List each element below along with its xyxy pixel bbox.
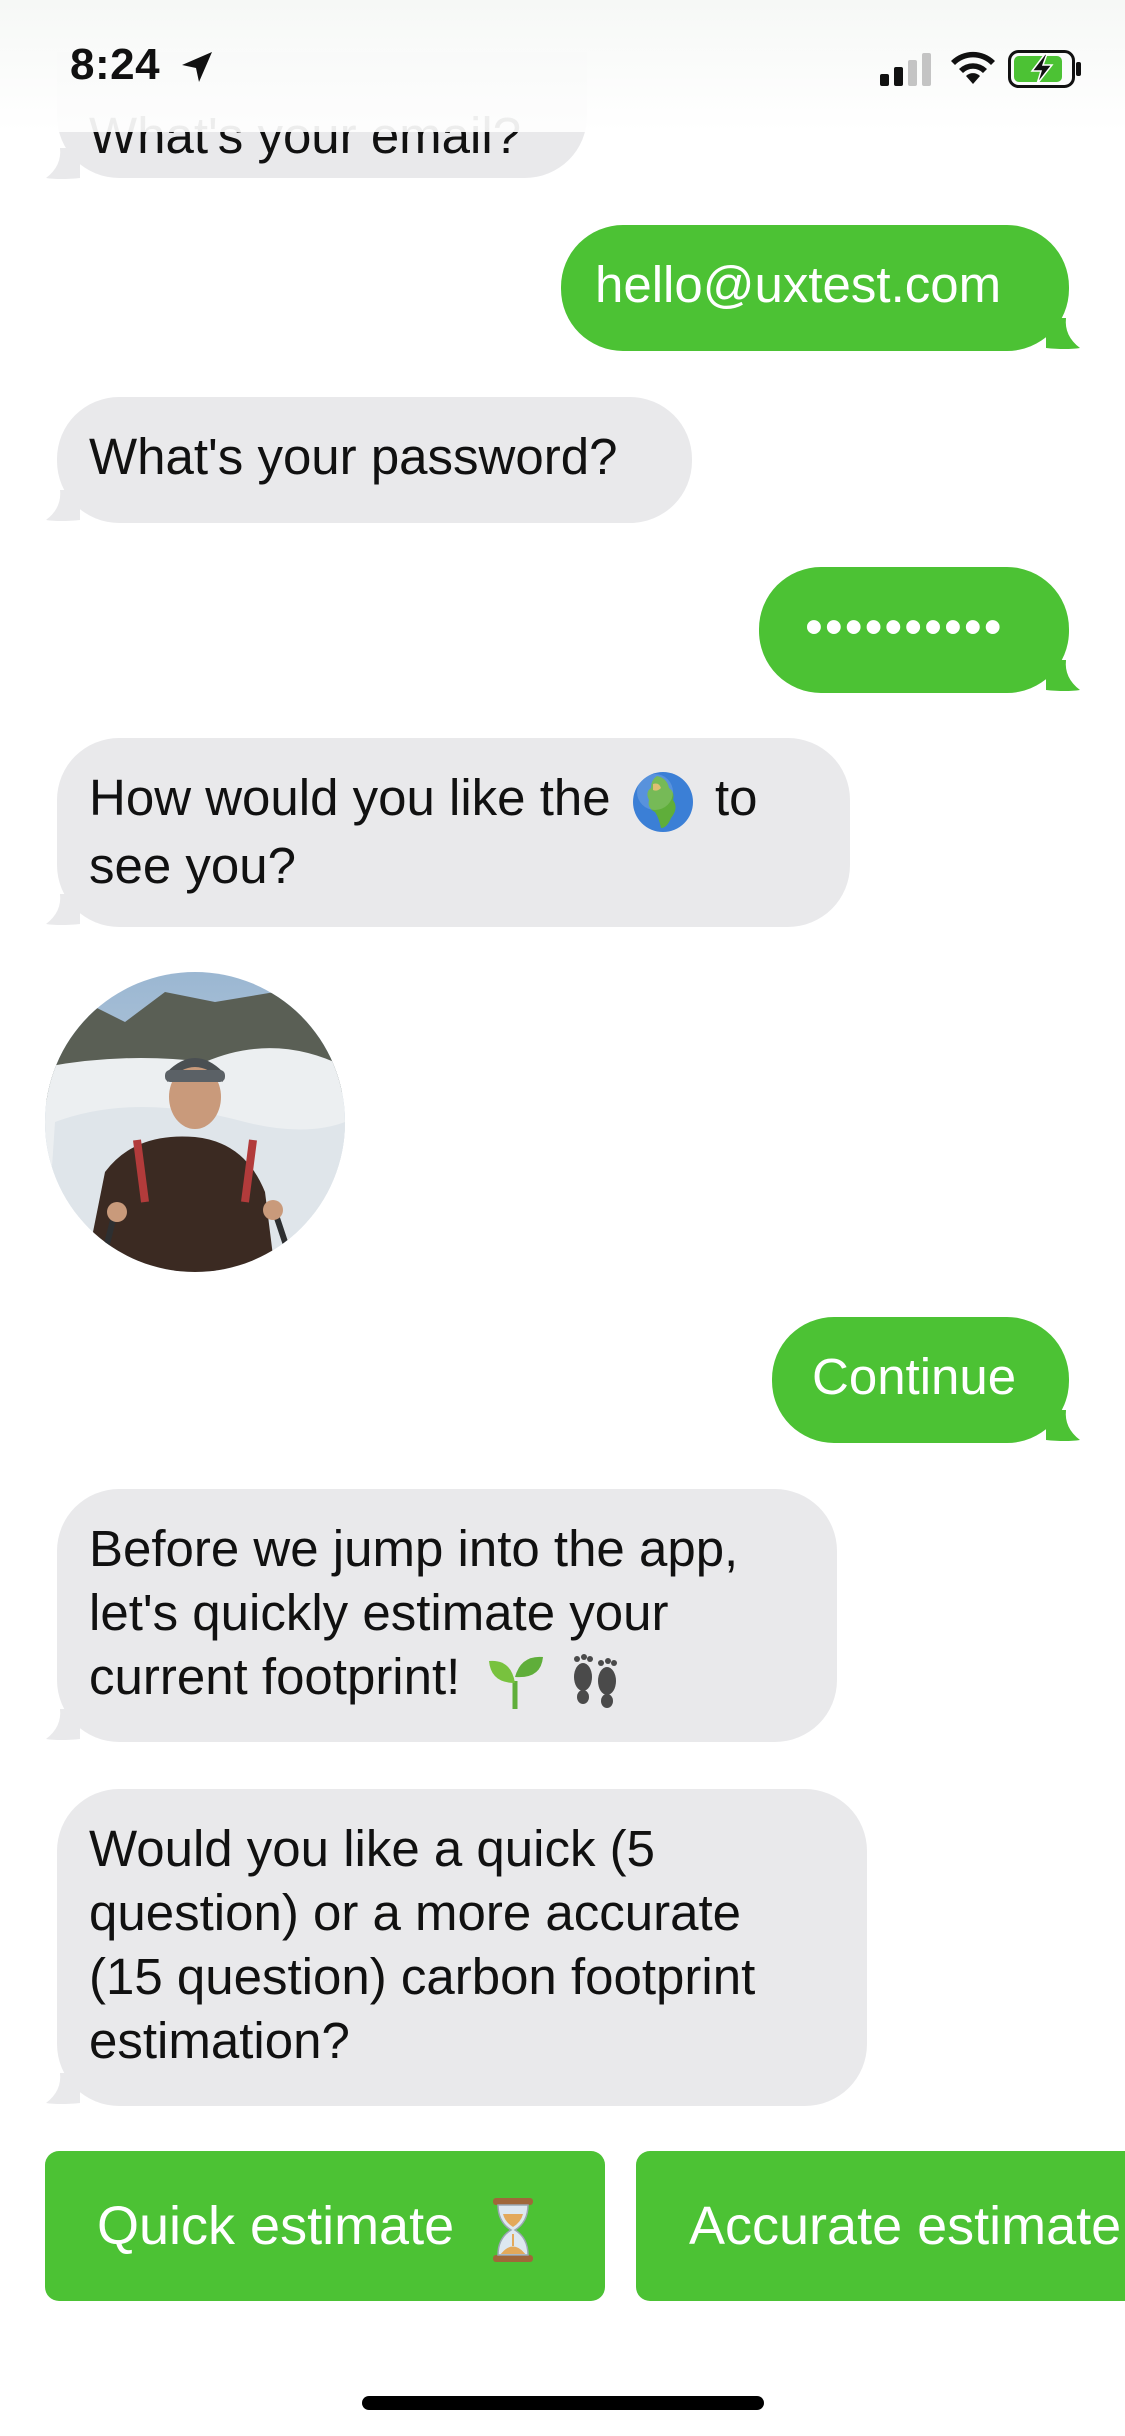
quick-estimate-button[interactable]: Quick estimate: [45, 2151, 605, 2301]
user-message: ••••••••••: [759, 567, 1069, 693]
status-time: 8:24: [70, 40, 161, 89]
home-indicator[interactable]: [362, 2396, 764, 2410]
message-text: Continue: [812, 1348, 1017, 1405]
bot-message: Before we jump into the app, let's quick…: [57, 1489, 837, 1742]
quick-estimate-label: Quick estimate: [97, 2196, 455, 2256]
wifi-icon: [951, 51, 995, 84]
bubble-tail: [1046, 1410, 1080, 1441]
globe-africa-europe-icon: [632, 771, 693, 832]
bubble-tail: [46, 148, 80, 179]
location-arrow-icon: [182, 52, 212, 82]
cellular-signal-icon: [880, 53, 931, 86]
message-text-line: (15 question) carbon footprint: [89, 1948, 756, 2005]
bubble-tail: [46, 894, 80, 925]
bubble-tail: [1046, 318, 1080, 349]
message-text: How would you like the: [89, 769, 611, 826]
user-message: hello@uxtest.com: [561, 225, 1069, 351]
seedling-icon: [488, 1656, 543, 1709]
bubble-tail: [1046, 660, 1080, 691]
accurate-estimate-label: Accurate estimate: [689, 2196, 1122, 2256]
message-text-line: Would you like a quick (5: [89, 1820, 656, 1877]
accurate-estimate-button[interactable]: Accurate estimate: [636, 2151, 1125, 2301]
masked-password-text: ••••••••••: [805, 598, 1004, 655]
user-message: Continue: [772, 1317, 1069, 1443]
footprints-icon: [573, 1653, 617, 1708]
message-text-line: estimation?: [89, 2012, 350, 2069]
message-text-line: current footprint!: [89, 1648, 461, 1705]
message-text-continued: to: [714, 769, 758, 826]
message-text: What's your password?: [89, 428, 618, 485]
bot-message: Would you like a quick (5 question) or a…: [57, 1789, 867, 2106]
hourglass-icon: [493, 2197, 534, 2262]
message-text-line: Before we jump into the app,: [89, 1520, 739, 1577]
bubble-tail: [46, 490, 80, 521]
profile-photo[interactable]: [45, 972, 345, 1272]
status-bar: 8:24: [0, 0, 1125, 132]
message-text-line: let's quickly estimate your: [89, 1584, 669, 1641]
bubble-tail: [46, 1709, 80, 1740]
message-text: hello@uxtest.com: [595, 256, 1002, 313]
bubble-tail: [46, 2073, 80, 2104]
bot-message: What's your password?: [57, 397, 692, 523]
profile-photo-image: [45, 972, 345, 1272]
message-text-line: see you?: [89, 836, 296, 894]
message-text-line: question) or a more accurate: [89, 1884, 741, 1941]
bot-message: How would you like the to see you?: [57, 738, 850, 927]
battery-charging-icon: [1008, 50, 1081, 88]
